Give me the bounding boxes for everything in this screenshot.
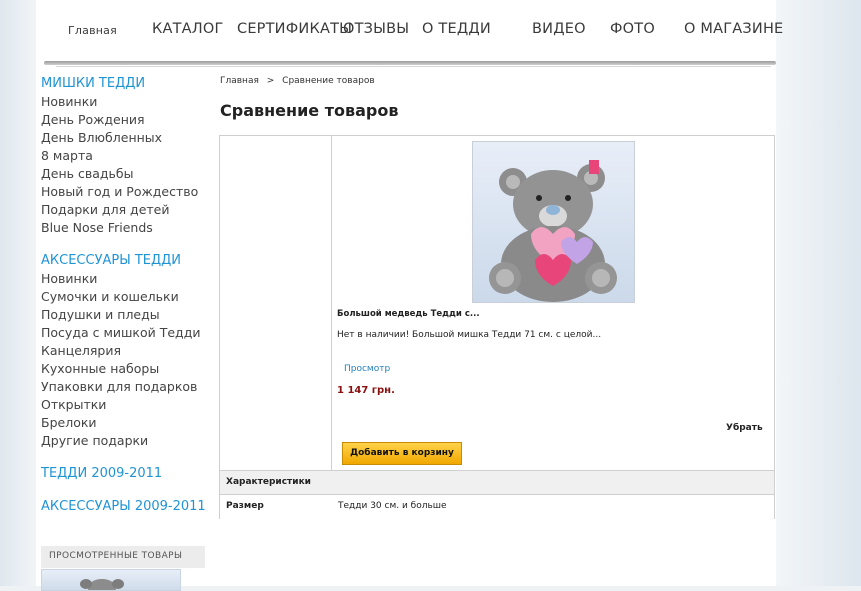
nav-reviews[interactable]: ОТЗЫВЫ (343, 21, 409, 37)
breadcrumb: Главная > Сравнение товаров (220, 76, 375, 86)
nav-about-store[interactable]: О МАГАЗИНЕ (684, 21, 783, 37)
breadcrumb-current: Сравнение товаров (282, 76, 375, 86)
page-background-right (775, 0, 861, 586)
page-background-left (0, 0, 40, 586)
nav-divider (44, 61, 776, 65)
category-item[interactable]: Новинки (41, 93, 211, 111)
nav-home[interactable]: Главная (68, 24, 117, 37)
category-item[interactable]: День Влюбленных (41, 129, 211, 147)
page-content: Главная КАТАЛОГ СЕРТИФИКАТЫ ОТЗЫВЫ О ТЕД… (36, 0, 783, 591)
category-item[interactable]: Сумочки и кошельки (41, 288, 211, 306)
category-item[interactable]: Открытки (41, 396, 211, 414)
table-row: Размер Тедди 30 см. и больше (220, 494, 774, 519)
nav-video[interactable]: ВИДЕО (532, 21, 586, 37)
nav-photo[interactable]: ФОТО (610, 21, 655, 37)
viewed-products-header: ПРОСМОТРЕННЫЕ ТОВАРЫ (41, 546, 205, 568)
category-item[interactable]: Посуда с мишкой Тедди (41, 324, 211, 342)
nav-divider-line (56, 66, 771, 67)
category-teddy-2009-2011[interactable]: ТЕДДИ 2009-2011 (41, 465, 211, 483)
category-item[interactable]: День свадьбы (41, 165, 211, 183)
table-header-row: Характеристики (220, 470, 774, 495)
comparison-column-divider (331, 136, 332, 518)
row-value: Тедди 30 см. и больше (338, 501, 447, 511)
viewed-products-title: ПРОСМОТРЕННЫЕ ТОВАРЫ (49, 551, 183, 561)
row-label: Размер (226, 501, 264, 511)
category-item[interactable]: Подушки и пледы (41, 306, 211, 324)
category-item[interactable]: Кухонные наборы (41, 360, 211, 378)
characteristics-header: Характеристики (226, 477, 311, 487)
product-image[interactable] (472, 141, 635, 303)
category-item[interactable]: Канцелярия (41, 342, 211, 360)
product-name-link[interactable]: Большой медведь Тедди с... (337, 309, 480, 319)
product-view-link[interactable]: Просмотр (344, 364, 390, 374)
top-navigation: Главная КАТАЛОГ СЕРТИФИКАТЫ ОТЗЫВЫ О ТЕД… (36, 0, 783, 67)
category-item[interactable]: Blue Nose Friends (41, 219, 211, 237)
category-accessories-2009-2011[interactable]: АКСЕССУАРЫ 2009-2011 (41, 498, 211, 516)
category-item[interactable]: Новинки (41, 270, 211, 288)
add-to-cart-button[interactable]: Добавить в корзину (342, 442, 462, 465)
breadcrumb-separator: > (266, 76, 275, 86)
page-title: Сравнение товаров (220, 101, 399, 120)
category-item[interactable]: Брелоки (41, 414, 211, 432)
category-item[interactable]: 8 марта (41, 147, 211, 165)
category-item[interactable]: День Рождения (41, 111, 211, 129)
nav-about-teddy[interactable]: О ТЕДДИ (422, 21, 491, 37)
product-description: Нет в наличии! Большой мишка Тедди 71 см… (337, 330, 602, 340)
product-price: 1 147 грн. (337, 385, 395, 396)
category-item[interactable]: Другие подарки (41, 432, 211, 450)
category-item[interactable]: Новый год и Рождество (41, 183, 211, 201)
category-teddy-accessories[interactable]: АКСЕССУАРЫ ТЕДДИ (41, 252, 211, 270)
category-teddy-bears[interactable]: МИШКИ ТЕДДИ (41, 75, 211, 93)
comparison-table: Большой медведь Тедди с... Нет в наличии… (219, 135, 775, 519)
viewed-product-thumbnail[interactable] (41, 569, 181, 591)
nav-certificates[interactable]: СЕРТИФИКАТЫ (237, 21, 352, 37)
breadcrumb-home-link[interactable]: Главная (220, 76, 259, 86)
category-item[interactable]: Упаковки для подарков (41, 378, 211, 396)
nav-catalog[interactable]: КАТАЛОГ (152, 21, 224, 37)
sidebar-categories: МИШКИ ТЕДДИ Новинки День Рождения День В… (41, 75, 211, 516)
remove-product-link[interactable]: Убрать (726, 423, 763, 433)
category-item[interactable]: Подарки для детей (41, 201, 211, 219)
